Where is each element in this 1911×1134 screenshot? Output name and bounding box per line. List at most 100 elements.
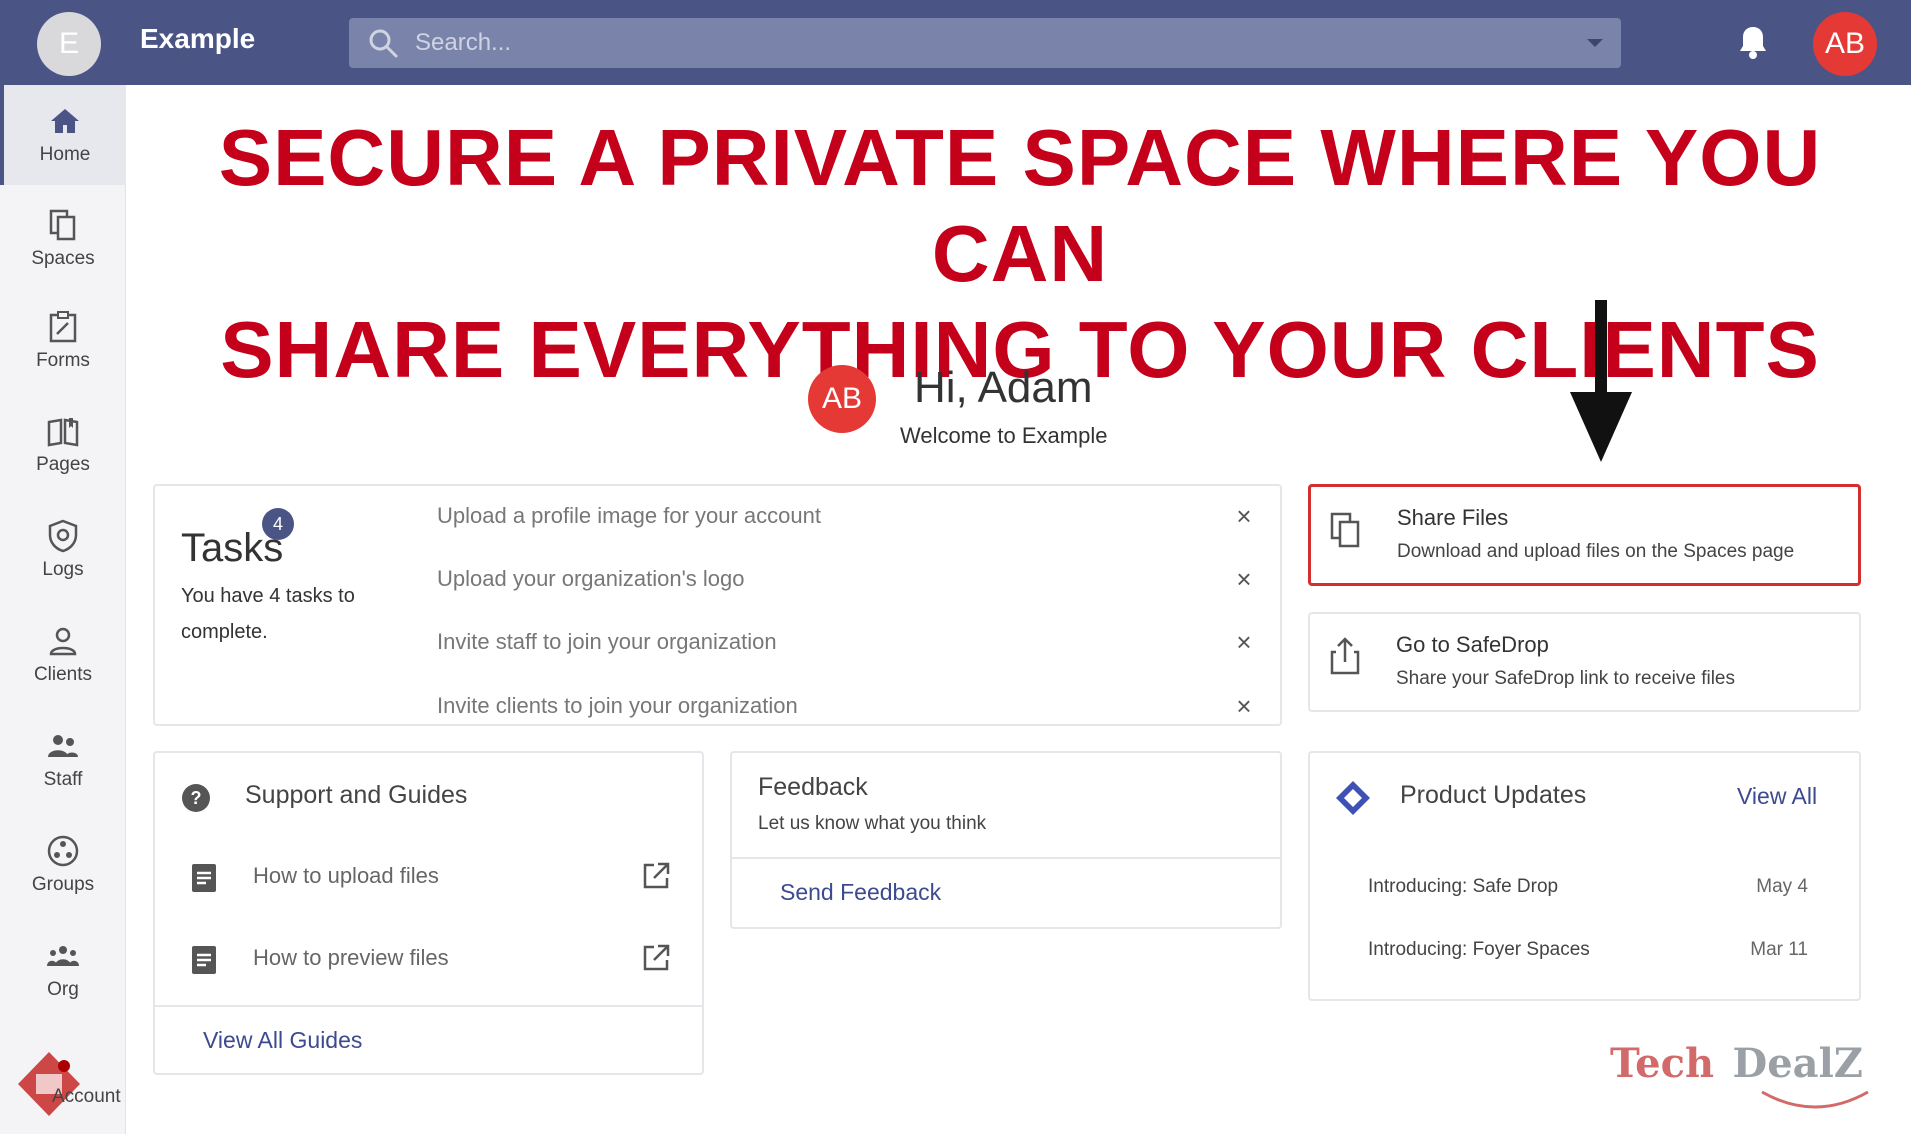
task-label: Invite clients to join your organization (437, 693, 798, 718)
product-updates-title: Product Updates (1400, 781, 1587, 809)
search-bar[interactable] (349, 18, 1621, 68)
watermark-part-1: Tech (1610, 1040, 1715, 1087)
sidebar-item-label: Groups (31, 874, 95, 895)
spaces-icon (49, 209, 76, 241)
guide-item[interactable]: How to preview files (155, 925, 705, 995)
forms-icon (49, 311, 77, 343)
bell-icon[interactable] (1737, 24, 1769, 60)
org-icon (47, 946, 79, 966)
clients-icon (49, 627, 77, 656)
update-item[interactable]: Introducing: Foyer Spaces Mar 11 (1368, 939, 1808, 969)
update-title: Introducing: Foyer Spaces (1368, 939, 1590, 960)
guide-item[interactable]: How to upload files (155, 843, 705, 913)
chevron-down-icon[interactable] (1587, 39, 1603, 47)
close-icon[interactable]: × (1231, 503, 1257, 529)
view-all-guides-link[interactable]: View All Guides (203, 1027, 362, 1054)
sidebar-item-org[interactable]: Org (0, 920, 126, 1020)
support-title: Support and Guides (245, 781, 468, 809)
external-link-icon[interactable] (641, 861, 671, 891)
external-link-icon[interactable] (641, 943, 671, 973)
search-input[interactable] (415, 29, 1587, 57)
tasks-card: Tasks 4 You have 4 tasks to complete. Up… (153, 484, 1282, 726)
logs-icon (48, 519, 78, 553)
techdealz-watermark: Tech DealZ (1610, 1040, 1890, 1116)
task-label: Upload your organization's logo (437, 566, 745, 591)
headline-line-1: SECURE A PRIVATE SPACE WHERE YOU CAN (218, 113, 1822, 298)
sidebar-item-label: Pages (36, 454, 90, 475)
help-icon: ? (182, 784, 210, 812)
greeting-title: Hi, Adam (914, 363, 1093, 412)
update-title: Introducing: Safe Drop (1368, 876, 1559, 897)
watermark-swoosh-icon (1761, 1090, 1869, 1109)
task-item[interactable]: Invite clients to join your organization… (437, 686, 1257, 726)
safedrop-card[interactable]: Go to SafeDrop Share your SafeDrop link … (1308, 612, 1861, 712)
tasks-description: You have 4 tasks to complete. (181, 585, 355, 643)
sidebar-item-account-label[interactable]: Account (52, 1086, 121, 1108)
brand-name[interactable]: Example (140, 23, 255, 55)
search-icon (369, 29, 398, 58)
sidebar: Home Spaces Forms Pages Logs Clients Sta… (0, 85, 126, 1134)
share-icon (1330, 637, 1360, 675)
update-date: Mar 11 (1750, 939, 1808, 960)
watermark-part-2: DealZ (1732, 1040, 1863, 1087)
staff-icon (48, 735, 78, 757)
update-item[interactable]: Introducing: Safe Drop May 4 (1368, 876, 1808, 906)
divider (732, 857, 1280, 859)
tasks-count-badge: 4 (262, 508, 294, 540)
sidebar-item-home[interactable]: Home (0, 85, 126, 185)
guide-label: How to upload files (253, 863, 439, 888)
sidebar-item-groups[interactable]: Groups (0, 815, 126, 915)
user-avatar[interactable]: AB (1813, 12, 1877, 76)
brand-avatar[interactable]: E (37, 12, 101, 76)
product-updates-card: Product Updates View All Introducing: Sa… (1308, 751, 1861, 1001)
home-icon (51, 109, 79, 133)
arrow-down-icon (1570, 300, 1632, 462)
task-label: Invite staff to join your organization (437, 629, 777, 654)
task-item[interactable]: Upload your organization's logo × (437, 559, 1257, 599)
sidebar-item-forms[interactable]: Forms (0, 291, 126, 391)
sidebar-item-label: Clients (33, 664, 93, 685)
task-item[interactable]: Upload a profile image for your account … (437, 496, 1257, 536)
product-diamond-icon (1336, 781, 1370, 815)
document-icon (192, 946, 216, 974)
share-files-title: Share Files (1397, 505, 1509, 530)
sidebar-item-label: Home (39, 144, 91, 165)
sidebar-item-pages[interactable]: Pages (0, 395, 126, 495)
task-label: Upload a profile image for your account (437, 503, 821, 528)
sidebar-item-label: Forms (36, 350, 90, 371)
promo-headline: SECURE A PRIVATE SPACE WHERE YOU CAN SHA… (130, 110, 1910, 398)
sidebar-item-label: Org (47, 979, 79, 1000)
feedback-title: Feedback (758, 773, 868, 801)
close-icon[interactable]: × (1231, 693, 1257, 719)
account-icon[interactable] (14, 1048, 84, 1120)
svg-text:?: ? (191, 788, 202, 808)
update-date: May 4 (1756, 876, 1808, 897)
groups-icon (47, 835, 79, 867)
greeting-subtitle: Welcome to Example (900, 423, 1108, 448)
support-guides-card: ? Support and Guides How to upload files… (153, 751, 704, 1075)
send-feedback-link[interactable]: Send Feedback (780, 879, 941, 906)
sidebar-item-clients[interactable]: Clients (0, 605, 126, 705)
sidebar-item-label: Logs (42, 559, 84, 580)
share-files-card[interactable]: Share Files Download and upload files on… (1308, 484, 1861, 586)
close-icon[interactable]: × (1231, 629, 1257, 655)
share-files-subtitle: Download and upload files on the Spaces … (1397, 541, 1795, 562)
view-all-updates-link[interactable]: View All (1737, 783, 1817, 810)
sidebar-item-spaces[interactable]: Spaces (0, 189, 126, 289)
sidebar-item-label: Staff (43, 769, 83, 790)
feedback-subtitle: Let us know what you think (758, 813, 987, 834)
guide-label: How to preview files (253, 945, 449, 970)
pages-icon (47, 418, 79, 447)
task-item[interactable]: Invite staff to join your organization × (437, 622, 1257, 662)
sidebar-item-label: Spaces (31, 248, 95, 269)
divider (155, 1005, 702, 1007)
document-icon (192, 864, 216, 892)
feedback-card: Feedback Let us know what you think Send… (730, 751, 1282, 929)
sidebar-item-staff[interactable]: Staff (0, 710, 126, 810)
sidebar-item-logs[interactable]: Logs (0, 500, 126, 600)
safedrop-title: Go to SafeDrop (1396, 632, 1549, 657)
copy-files-icon (1330, 512, 1360, 548)
close-icon[interactable]: × (1231, 566, 1257, 592)
greeting-avatar: AB (808, 365, 876, 433)
safedrop-subtitle: Share your SafeDrop link to receive file… (1396, 668, 1735, 689)
